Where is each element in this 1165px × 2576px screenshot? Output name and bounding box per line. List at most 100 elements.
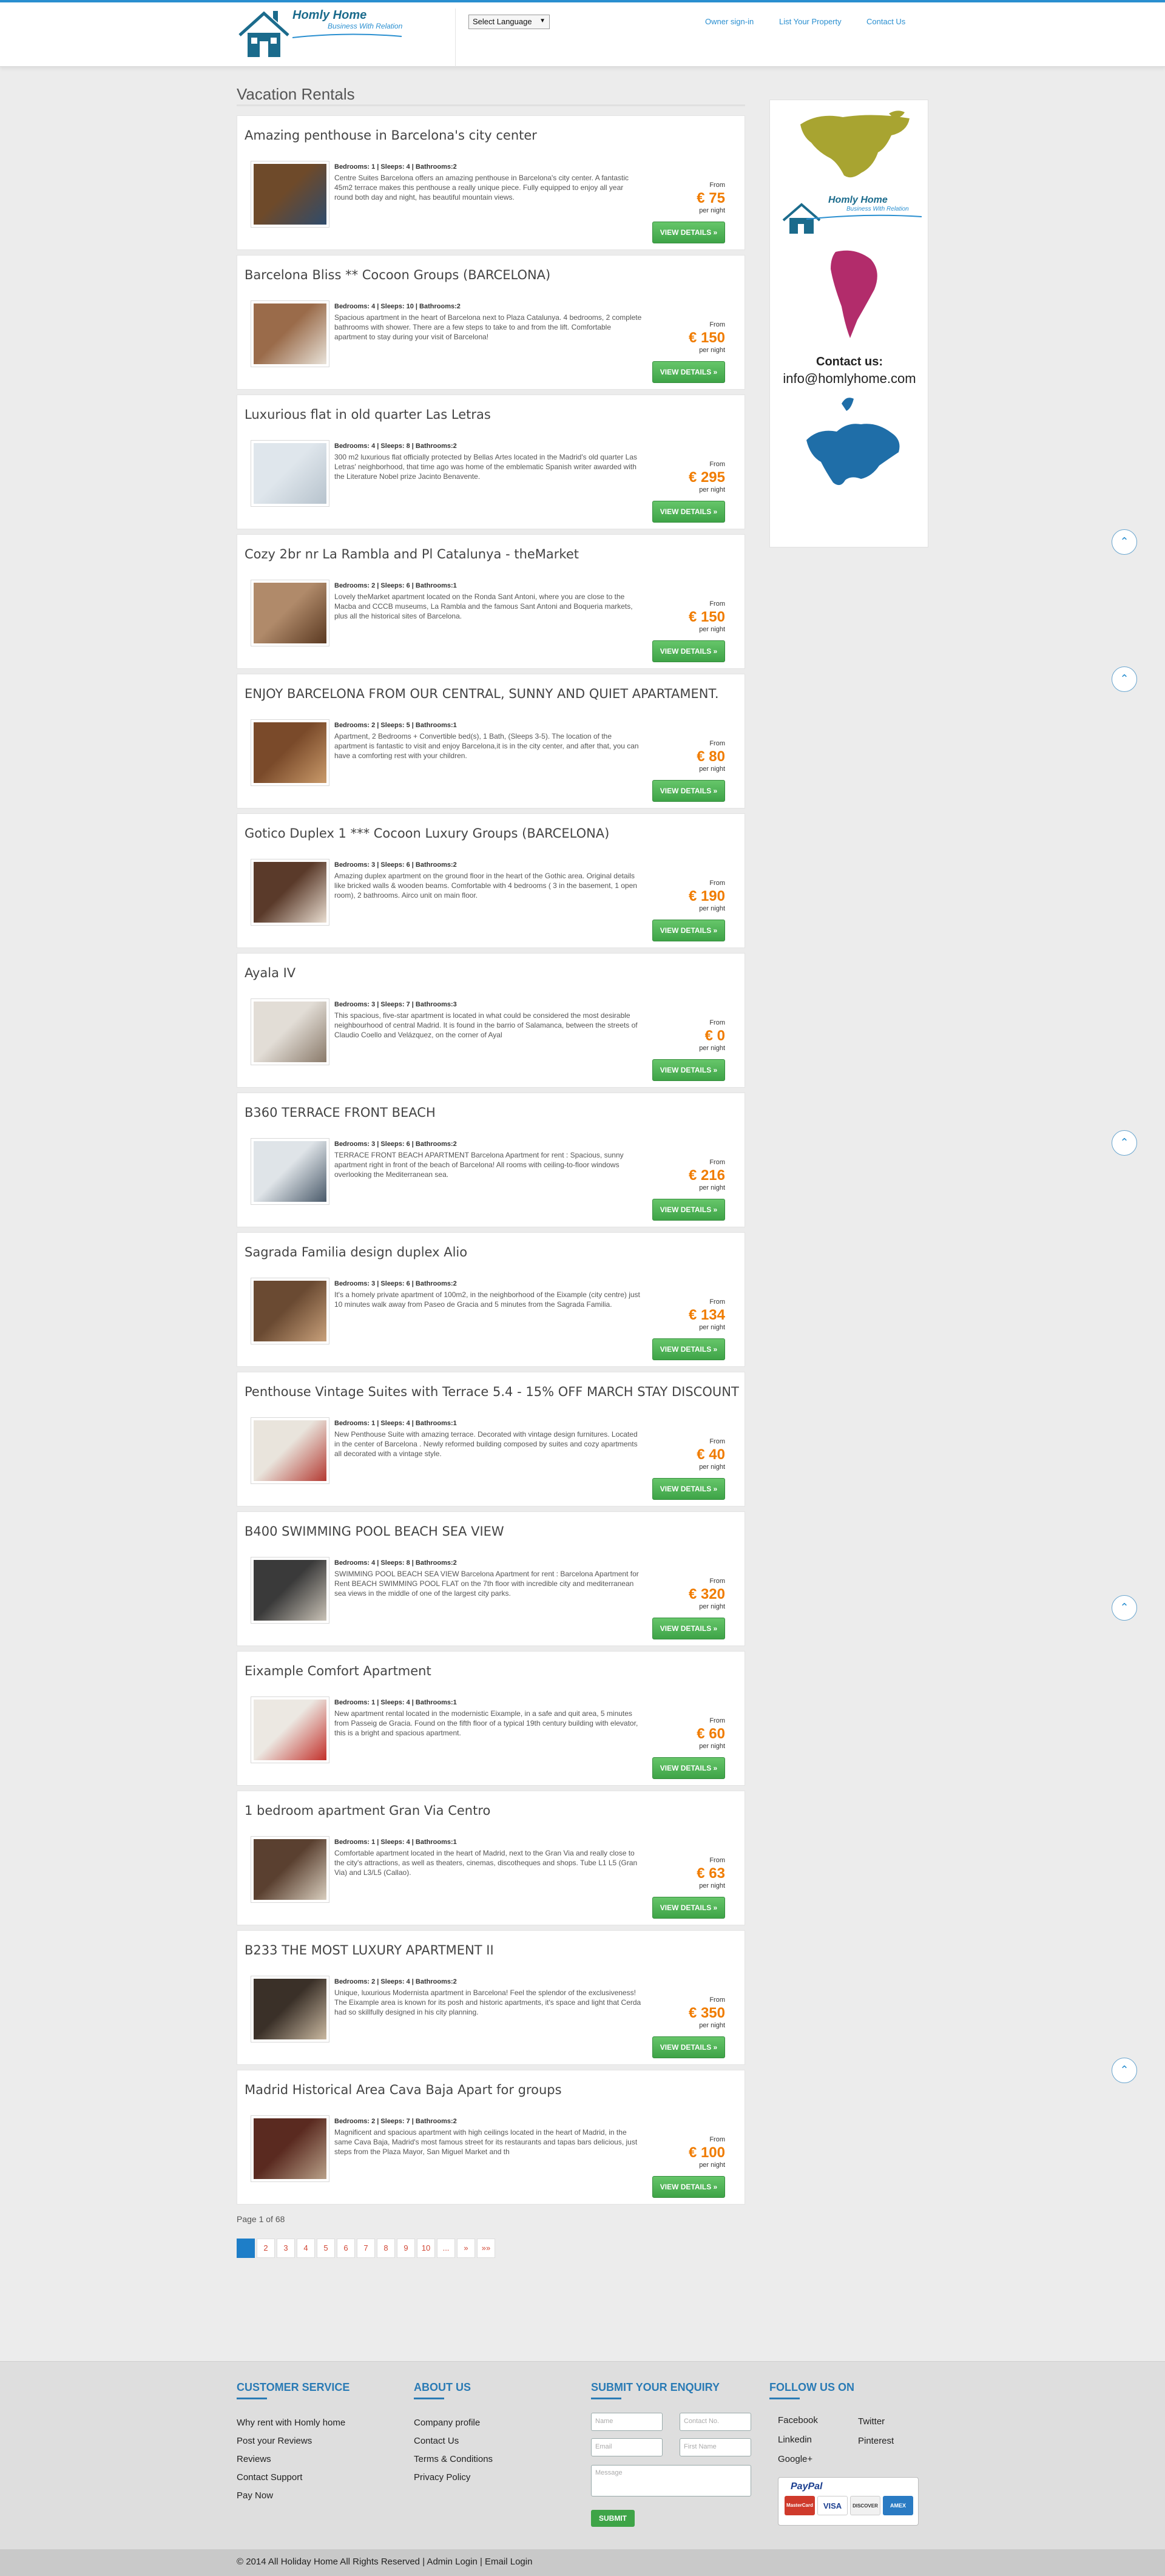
page-link[interactable]: 6 [337, 2239, 355, 2258]
page-link[interactable]: 5 [317, 2239, 335, 2258]
view-details-button[interactable]: VIEW DETAILS » [652, 640, 725, 662]
view-details-button[interactable]: VIEW DETAILS » [652, 1897, 725, 1919]
listing-title[interactable]: Amazing penthouse in Barcelona's city ce… [245, 128, 537, 143]
view-details-button[interactable]: VIEW DETAILS » [652, 361, 725, 383]
enquiry-email-field[interactable]: Email [591, 2438, 663, 2456]
listing-photo[interactable] [251, 300, 329, 367]
enquiry-first-name-field[interactable]: First Name [680, 2438, 751, 2456]
listing-title[interactable]: Cozy 2br nr La Rambla and Pl Catalunya -… [245, 547, 579, 561]
page-link-current[interactable]: 1 [237, 2239, 255, 2258]
scroll-up-button[interactable]: ⌃ [1112, 1130, 1137, 1156]
page-link[interactable]: ... [437, 2239, 455, 2258]
listing-photo[interactable] [251, 1976, 329, 2042]
page-link[interactable]: 8 [377, 2239, 395, 2258]
scroll-up-button[interactable]: ⌃ [1112, 666, 1137, 692]
enquiry-message-field[interactable]: Message [591, 2465, 751, 2496]
nav-owner-sign-in[interactable]: Owner sign-in [705, 17, 754, 26]
listing-title[interactable]: 1 bedroom apartment Gran Via Centro [245, 1803, 490, 1818]
view-details-button[interactable]: VIEW DETAILS » [652, 920, 725, 941]
sidebar-contact-email[interactable]: info@homlyhome.com [770, 371, 929, 387]
price-per-night-label: per night [699, 347, 725, 354]
chevron-up-icon: ⌃ [1119, 1601, 1129, 1613]
site-logo[interactable]: Homly Home Business With Relation [237, 6, 431, 66]
listing-description: 300 m2 luxurious flat officially protect… [334, 453, 638, 481]
listing-photo[interactable] [251, 1836, 329, 1903]
view-details-button[interactable]: VIEW DETAILS » [652, 1059, 725, 1081]
sidebar-ad: Homly Home Business With Relation Contac… [769, 100, 928, 547]
footer-link[interactable]: Company profile [414, 2418, 480, 2428]
enquiry-name-field[interactable]: Name [591, 2413, 663, 2431]
footer-link[interactable]: Contact Support [237, 2472, 302, 2483]
page-link[interactable]: 10 [417, 2239, 435, 2258]
listing-title[interactable]: Ayala IV [245, 966, 295, 980]
footer-social-pinterest[interactable]: Pinterest [858, 2436, 894, 2446]
scroll-up-button[interactable]: ⌃ [1112, 529, 1137, 555]
listing-photo[interactable] [251, 1138, 329, 1205]
footer-social-facebook[interactable]: Facebook [778, 2415, 818, 2425]
page-link[interactable]: »» [477, 2239, 495, 2258]
footer-link[interactable]: Pay Now [237, 2490, 273, 2501]
footer-link[interactable]: Why rent with Homly home [237, 2418, 345, 2428]
listing-photo[interactable] [251, 1696, 329, 1763]
footer-social-google-plus[interactable]: Google+ [778, 2454, 812, 2464]
listing-title[interactable]: B233 THE MOST LUXURY APARTMENT II [245, 1943, 494, 1957]
listing-photo[interactable] [251, 161, 329, 228]
listing-photo[interactable] [251, 580, 329, 646]
listing-title[interactable]: Eixample Comfort Apartment [245, 1664, 431, 1678]
listing-photo[interactable] [251, 440, 329, 507]
listing-photo-image [254, 1141, 326, 1202]
page-link[interactable]: » [457, 2239, 475, 2258]
listing-title[interactable]: Sagrada Familia design duplex Alio [245, 1245, 467, 1259]
price-per-night-label: per night [699, 1743, 725, 1750]
view-details-button[interactable]: VIEW DETAILS » [652, 1338, 725, 1360]
page-link[interactable]: 4 [297, 2239, 315, 2258]
listing-title[interactable]: Penthouse Vintage Suites with Terrace 5.… [245, 1385, 739, 1399]
listing-title[interactable]: ENJOY BARCELONA FROM OUR CENTRAL, SUNNY … [245, 686, 719, 701]
page-link[interactable]: 3 [277, 2239, 295, 2258]
listing-photo[interactable] [251, 2115, 329, 2182]
nav-contact-us[interactable]: Contact Us [866, 17, 905, 26]
language-select[interactable]: Select Language ▼ [468, 15, 550, 29]
listing-specs: Bedrooms: 1 | Sleeps: 4 | Bathrooms:1 [334, 1420, 457, 1427]
enquiry-contact-field[interactable]: Contact No. [680, 2413, 751, 2431]
page-link[interactable]: 2 [257, 2239, 275, 2258]
listing-title[interactable]: Luxurious flat in old quarter Las Letras [245, 407, 491, 422]
listing-title[interactable]: B360 TERRACE FRONT BEACH [245, 1105, 436, 1120]
view-details-button[interactable]: VIEW DETAILS » [652, 780, 725, 802]
price-per-night-label: per night [699, 626, 725, 633]
footer-link[interactable]: Contact Us [414, 2436, 459, 2446]
footer-link[interactable]: Post your Reviews [237, 2436, 312, 2446]
listing-title[interactable]: Gotico Duplex 1 *** Cocoon Luxury Groups… [245, 826, 609, 841]
footer-link[interactable]: Reviews [237, 2454, 271, 2464]
listing-photo[interactable] [251, 719, 329, 786]
listing-title[interactable]: Barcelona Bliss ** Cocoon Groups (BARCEL… [245, 268, 550, 282]
scroll-up-button[interactable]: ⌃ [1112, 2058, 1137, 2083]
footer-social-twitter[interactable]: Twitter [858, 2416, 885, 2427]
nav-list-your-property[interactable]: List Your Property [779, 17, 842, 26]
footer-social-linkedin[interactable]: Linkedin [778, 2435, 812, 2445]
view-details-button[interactable]: VIEW DETAILS » [652, 2176, 725, 2198]
listing-title[interactable]: Madrid Historical Area Cava Baja Apart f… [245, 2083, 562, 2097]
footer-link[interactable]: Terms & Conditions [414, 2454, 493, 2464]
listing-photo[interactable] [251, 1278, 329, 1344]
view-details-button[interactable]: VIEW DETAILS » [652, 2036, 725, 2058]
view-details-button[interactable]: VIEW DETAILS » [652, 1478, 725, 1500]
listing-title[interactable]: B400 SWIMMING POOL BEACH SEA VIEW [245, 1524, 504, 1539]
view-details-button[interactable]: VIEW DETAILS » [652, 1757, 725, 1779]
view-details-button[interactable]: VIEW DETAILS » [652, 222, 725, 243]
scroll-up-button[interactable]: ⌃ [1112, 1595, 1137, 1621]
view-details-button[interactable]: VIEW DETAILS » [652, 501, 725, 523]
listing-price: € 40 [697, 1446, 725, 1463]
listing-photo[interactable] [251, 998, 329, 1065]
footer-link[interactable]: Privacy Policy [414, 2472, 470, 2483]
listing-photo[interactable] [251, 859, 329, 926]
enquiry-submit-button[interactable]: SUBMIT [591, 2510, 635, 2527]
site-footer: CUSTOMER SERVICE Why rent with Homly hom… [0, 2361, 1165, 2549]
chevron-down-icon: ▼ [539, 18, 545, 24]
view-details-button[interactable]: VIEW DETAILS » [652, 1618, 725, 1639]
page-link[interactable]: 9 [397, 2239, 415, 2258]
view-details-button[interactable]: VIEW DETAILS » [652, 1199, 725, 1221]
page-link[interactable]: 7 [357, 2239, 375, 2258]
listing-photo[interactable] [251, 1557, 329, 1624]
listing-photo[interactable] [251, 1417, 329, 1484]
